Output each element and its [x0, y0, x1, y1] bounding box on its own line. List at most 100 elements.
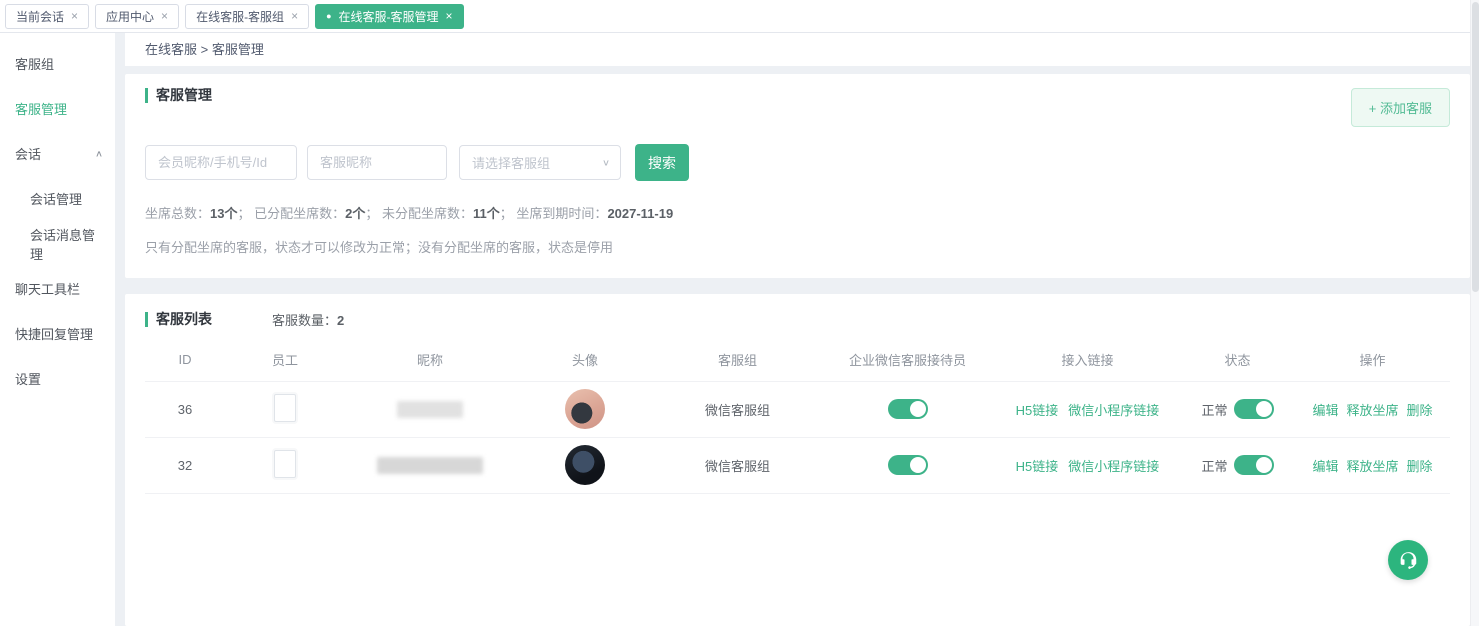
stat-value: 2027-11-19 — [607, 206, 673, 221]
count-label: 客服数量： — [272, 313, 337, 328]
service-list-panel: 客服列表 客服数量：2 ID 员工 昵称 头像 客服 — [125, 294, 1470, 626]
close-icon[interactable]: × — [161, 10, 168, 22]
headset-icon — [1397, 549, 1419, 571]
nickname-redacted — [397, 401, 463, 418]
cell-group: 微信客服组 — [655, 437, 820, 493]
nickname-redacted — [377, 457, 483, 474]
close-icon[interactable]: × — [291, 10, 298, 22]
tab-service-management[interactable]: ● 在线客服-客服管理 × — [315, 4, 463, 29]
sidebar-item-chat-toolbar[interactable]: 聊天工具栏 — [0, 266, 115, 311]
status-toggle[interactable] — [1234, 455, 1274, 475]
stat-value: 11个 — [473, 206, 500, 221]
edit-link[interactable]: 编辑 — [1312, 403, 1338, 418]
sidebar-item-service-groups[interactable]: 客服组 — [0, 41, 115, 86]
seat-stats-line: 坐席总数：13个； 已分配坐席数：2个； 未分配坐席数：11个； 坐席到期时间：… — [145, 203, 1450, 222]
tab-label: 当前会话 — [16, 8, 64, 25]
sidebar-item-label: 会话 — [15, 144, 41, 163]
sidebar-item-settings[interactable]: 设置 — [0, 356, 115, 401]
search-button[interactable]: 搜索 — [635, 144, 689, 181]
tab-app-center[interactable]: 应用中心 × — [95, 4, 179, 29]
sidebar-item-label: 设置 — [15, 369, 41, 388]
avatar — [565, 389, 605, 429]
header-actions: 操作 — [1295, 339, 1450, 381]
header-access-links: 接入链接 — [995, 339, 1180, 381]
add-service-agent-button[interactable]: + 添加客服 — [1351, 88, 1450, 127]
service-management-panel: 客服管理 + 添加客服 请选择客服组 ∨ 搜索 坐席总数：13个； 已分配坐席数… — [125, 74, 1470, 278]
sidebar-item-session-management[interactable]: 会话管理 — [0, 176, 115, 221]
tab-label: 应用中心 — [106, 8, 154, 25]
release-seat-link[interactable]: 释放坐席 — [1346, 459, 1398, 474]
stat-label: 未分配坐席数： — [382, 206, 473, 221]
edit-link[interactable]: 编辑 — [1312, 459, 1338, 474]
filter-bar: 请选择客服组 ∨ 搜索 — [145, 144, 1450, 181]
status-label: 正常 — [1201, 400, 1227, 419]
header-status: 状态 — [1180, 339, 1295, 381]
cell-id: 32 — [145, 437, 225, 493]
close-icon[interactable]: × — [446, 10, 453, 22]
panel-title: 客服管理 — [145, 88, 212, 103]
sidebar-item-label: 会话消息管理 — [30, 225, 103, 263]
select-placeholder: 请选择客服组 — [472, 153, 550, 172]
content-area: 在线客服 > 客服管理 客服管理 + 添加客服 请选择客服组 ∨ 搜索 坐席总数… — [115, 33, 1479, 626]
delete-link[interactable]: 删除 — [1407, 403, 1433, 418]
table-row: 36 微信客服组 H5链接微信小程序链接 正常 — [145, 381, 1450, 437]
h5-link[interactable]: H5链接 — [1016, 459, 1059, 474]
tab-label: 在线客服-客服管理 — [339, 8, 439, 25]
service-agent-table: ID 员工 昵称 头像 客服组 企业微信客服接待员 接入链接 状态 操作 36 — [145, 339, 1450, 494]
breadcrumb: 在线客服 > 客服管理 — [125, 33, 1470, 66]
miniprogram-link[interactable]: 微信小程序链接 — [1068, 459, 1159, 474]
status-note: 只有分配坐席的客服，状态才可以修改为正常；没有分配坐席的客服，状态是停用 — [145, 237, 1450, 256]
tab-bar: 当前会话 × 应用中心 × 在线客服-客服组 × ● 在线客服-客服管理 × — [0, 0, 1479, 33]
wework-receptionist-toggle[interactable] — [888, 455, 928, 475]
sidebar-item-label: 客服管理 — [15, 99, 67, 118]
sidebar-item-sessions[interactable]: 会话 ∧ — [0, 131, 115, 176]
header-employee: 员工 — [225, 339, 345, 381]
service-group-select[interactable]: 请选择客服组 ∨ — [459, 145, 621, 180]
h5-link[interactable]: H5链接 — [1016, 403, 1059, 418]
table-header-row: ID 员工 昵称 头像 客服组 企业微信客服接待员 接入链接 状态 操作 — [145, 339, 1450, 381]
tab-service-group[interactable]: 在线客服-客服组 × — [185, 4, 309, 29]
sidebar-item-label: 会话管理 — [30, 189, 82, 208]
sidebar-item-label: 客服组 — [15, 54, 54, 73]
miniprogram-link[interactable]: 微信小程序链接 — [1068, 403, 1159, 418]
main-layout: 客服组 客服管理 会话 ∧ 会话管理 会话消息管理 聊天工具栏 快捷回复管理 设… — [0, 33, 1479, 626]
status-label: 正常 — [1201, 456, 1227, 475]
status-toggle[interactable] — [1234, 399, 1274, 419]
header-id: ID — [145, 339, 225, 381]
header-nickname: 昵称 — [345, 339, 515, 381]
stat-label: 坐席总数： — [145, 206, 210, 221]
delete-link[interactable]: 删除 — [1407, 459, 1433, 474]
stat-value: 2个 — [345, 206, 365, 221]
agent-count: 客服数量：2 — [272, 310, 344, 329]
vertical-scrollbar[interactable] — [1470, 0, 1479, 626]
count-value: 2 — [337, 313, 344, 328]
close-icon[interactable]: × — [71, 10, 78, 22]
cell-id: 36 — [145, 381, 225, 437]
employee-photo-placeholder — [274, 394, 296, 422]
active-dot-icon: ● — [326, 12, 331, 21]
header-avatar: 头像 — [515, 339, 655, 381]
panel-title: 客服列表 — [145, 312, 212, 327]
stat-value: 13个 — [210, 206, 237, 221]
agent-nickname-input[interactable] — [307, 145, 447, 180]
customer-service-float-button[interactable] — [1388, 540, 1428, 580]
stat-label: 坐席到期时间： — [516, 206, 607, 221]
wework-receptionist-toggle[interactable] — [888, 399, 928, 419]
header-wework-receptionist: 企业微信客服接待员 — [820, 339, 995, 381]
release-seat-link[interactable]: 释放坐席 — [1346, 403, 1398, 418]
avatar — [565, 445, 605, 485]
sidebar-item-quick-reply-management[interactable]: 快捷回复管理 — [0, 311, 115, 356]
stat-label: 已分配坐席数： — [254, 206, 345, 221]
sidebar-item-service-management[interactable]: 客服管理 — [0, 86, 115, 131]
chevron-up-icon: ∧ — [95, 148, 103, 158]
member-search-input[interactable] — [145, 145, 297, 180]
tab-current-session[interactable]: 当前会话 × — [5, 4, 89, 29]
sidebar-item-label: 聊天工具栏 — [15, 279, 80, 298]
sidebar-item-label: 快捷回复管理 — [15, 324, 93, 343]
header-group: 客服组 — [655, 339, 820, 381]
sidebar: 客服组 客服管理 会话 ∧ 会话管理 会话消息管理 聊天工具栏 快捷回复管理 设… — [0, 33, 115, 626]
tab-label: 在线客服-客服组 — [196, 8, 284, 25]
scrollbar-thumb[interactable] — [1472, 2, 1479, 292]
sidebar-item-session-message-management[interactable]: 会话消息管理 — [0, 221, 115, 266]
employee-photo-placeholder — [274, 450, 296, 478]
